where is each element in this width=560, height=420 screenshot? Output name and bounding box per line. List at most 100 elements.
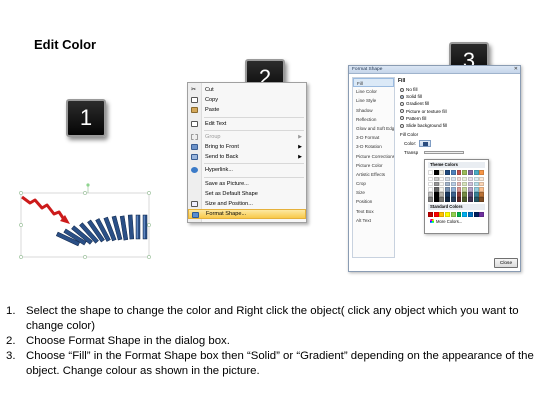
menu-item-copy[interactable]: Copy — [188, 95, 306, 105]
color-swatch[interactable] — [467, 176, 473, 182]
color-swatch[interactable] — [462, 186, 468, 192]
color-swatch[interactable] — [467, 192, 473, 197]
color-swatch[interactable] — [479, 192, 485, 197]
nav-item-3d-rotation[interactable]: 3-D Rotation — [353, 142, 394, 151]
more-colors-option[interactable]: More Colors... — [428, 219, 485, 224]
color-swatch[interactable] — [428, 192, 433, 197]
nav-item-crop[interactable]: Crop — [353, 179, 394, 188]
color-swatch[interactable] — [456, 176, 462, 182]
color-swatch[interactable] — [445, 197, 451, 202]
color-swatch[interactable] — [445, 176, 451, 182]
color-swatch[interactable] — [479, 211, 485, 217]
color-swatch[interactable] — [450, 211, 456, 217]
color-swatch[interactable] — [439, 211, 445, 217]
nav-item-artistic-effects[interactable]: Artistic Effects — [353, 170, 394, 179]
color-swatch[interactable] — [462, 176, 468, 182]
nav-item-picture-color[interactable]: Picture Color — [353, 161, 394, 170]
color-swatch[interactable] — [462, 197, 468, 202]
color-swatch[interactable] — [456, 170, 462, 175]
color-swatch[interactable] — [445, 211, 451, 217]
nav-item-picture-corrections[interactable]: Picture Corrections — [353, 152, 394, 161]
color-swatch[interactable] — [428, 170, 433, 175]
color-swatch[interactable] — [450, 186, 456, 192]
nav-item-position[interactable]: Position — [353, 197, 394, 206]
color-swatch[interactable] — [428, 211, 433, 217]
color-swatch[interactable] — [479, 181, 485, 187]
color-swatch[interactable] — [428, 197, 433, 202]
nav-item-reflection[interactable]: Reflection — [353, 115, 394, 124]
fill-option-gradient[interactable]: Gradient fill — [398, 100, 520, 107]
color-swatch[interactable] — [450, 192, 456, 197]
color-swatch[interactable] — [473, 211, 479, 217]
color-swatch[interactable] — [473, 176, 479, 182]
color-swatch[interactable] — [462, 170, 468, 175]
color-swatch[interactable] — [473, 192, 479, 197]
menu-item-paste[interactable]: Paste — [188, 105, 306, 115]
nav-item-glow[interactable]: Glow and Soft Edges — [353, 124, 394, 133]
color-swatch[interactable] — [433, 186, 439, 192]
selected-shape[interactable] — [18, 183, 154, 263]
color-swatch[interactable] — [428, 176, 433, 182]
color-swatch[interactable] — [428, 186, 433, 192]
color-swatch[interactable] — [433, 181, 439, 187]
color-swatch[interactable] — [433, 211, 439, 217]
color-swatch[interactable] — [479, 176, 485, 182]
menu-item-size-position[interactable]: Size and Position... — [188, 199, 306, 209]
color-swatch[interactable] — [467, 181, 473, 187]
color-swatch[interactable] — [445, 181, 451, 187]
menu-item-send-to-back[interactable]: Send to Back ▶ — [188, 152, 306, 162]
color-swatch[interactable] — [479, 197, 485, 202]
menu-item-edit-text[interactable]: Edit Text — [188, 119, 306, 129]
color-swatch[interactable] — [467, 170, 473, 175]
fill-option-pattern[interactable]: Pattern fill — [398, 115, 520, 122]
color-swatch[interactable] — [462, 211, 468, 217]
menu-item-set-default-shape[interactable]: Set as Default Shape — [188, 189, 306, 199]
color-swatch[interactable] — [450, 197, 456, 202]
close-button[interactable]: Close — [494, 258, 518, 268]
color-swatch[interactable] — [439, 181, 445, 187]
color-swatch[interactable] — [479, 170, 485, 175]
color-swatch[interactable] — [467, 186, 473, 192]
nav-item-fill[interactable]: Fill — [353, 78, 394, 88]
nav-item-shadow[interactable]: Shadow — [353, 106, 394, 115]
color-swatch[interactable] — [445, 170, 451, 175]
color-swatch[interactable] — [462, 181, 468, 187]
color-swatch[interactable] — [433, 192, 439, 197]
color-swatch[interactable] — [433, 170, 439, 175]
color-swatch[interactable] — [433, 197, 439, 202]
nav-item-text-box[interactable]: Text Box — [353, 207, 394, 216]
menu-item-cut[interactable]: ✂ Cut — [188, 85, 306, 95]
color-swatch[interactable] — [450, 176, 456, 182]
fill-option-slide-background[interactable]: Slide background fill — [398, 122, 520, 129]
menu-item-hyperlink[interactable]: Hyperlink... — [188, 165, 306, 175]
transparency-slider[interactable] — [424, 151, 465, 155]
color-swatch[interactable] — [467, 197, 473, 202]
color-swatch[interactable] — [445, 186, 451, 192]
color-swatch[interactable] — [450, 170, 456, 175]
color-swatch[interactable] — [439, 197, 445, 202]
color-swatch[interactable] — [456, 192, 462, 197]
nav-item-line-style[interactable]: Line Style — [353, 96, 394, 105]
fill-option-picture[interactable]: Picture or texture fill — [398, 108, 520, 115]
fill-option-no-fill[interactable]: No fill — [398, 86, 520, 93]
color-swatch[interactable] — [456, 186, 462, 192]
fill-option-solid[interactable]: Solid fill — [398, 93, 520, 100]
color-swatch[interactable] — [439, 186, 445, 192]
color-swatch[interactable] — [456, 197, 462, 202]
nav-item-alt-text[interactable]: Alt Text — [353, 216, 394, 225]
color-swatch[interactable] — [433, 176, 439, 182]
color-swatch[interactable] — [439, 176, 445, 182]
menu-item-save-as-picture[interactable]: Save as Picture... — [188, 179, 306, 189]
color-swatch[interactable] — [473, 186, 479, 192]
color-swatch[interactable] — [456, 181, 462, 187]
nav-item-line-color[interactable]: Line Color — [353, 87, 394, 96]
color-swatch[interactable] — [439, 170, 445, 175]
nav-item-size[interactable]: Size — [353, 188, 394, 197]
color-swatch[interactable] — [467, 211, 473, 217]
color-swatch[interactable] — [473, 181, 479, 187]
menu-item-format-shape[interactable]: Format Shape... — [188, 209, 306, 220]
color-swatch[interactable] — [439, 192, 445, 197]
color-swatch[interactable] — [445, 192, 451, 197]
close-icon[interactable]: ✕ — [514, 66, 518, 72]
color-swatch[interactable] — [473, 197, 479, 202]
